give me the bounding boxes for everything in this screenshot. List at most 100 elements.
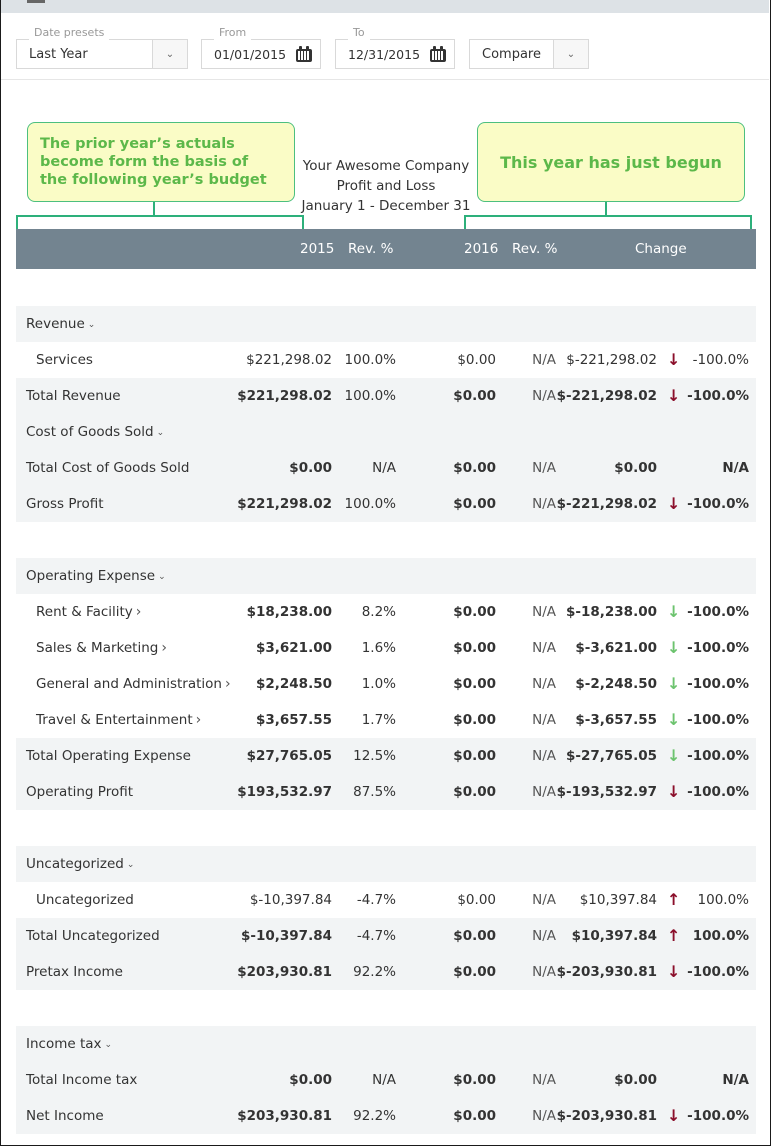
to-date-input[interactable]: To 12/31/2015 — [335, 26, 455, 69]
total-row: Total Income tax $0.00 N/A $0.00 N/A $0.00 N/A — [16, 1062, 756, 1098]
chevron-right-icon[interactable]: › — [136, 604, 142, 620]
chevron-right-icon[interactable]: › — [196, 712, 202, 728]
row-label[interactable]: Uncategorized — [26, 856, 124, 872]
row-label-group[interactable]: Uncategorized ⌄ — [26, 856, 134, 872]
row-label[interactable]: Travel & Entertainment — [36, 712, 193, 728]
row-label: Services — [36, 352, 93, 368]
row-label[interactable]: Revenue — [26, 316, 85, 332]
section-header-row[interactable]: Revenue ⌄ — [16, 306, 756, 342]
to-date-value: 12/31/2015 — [348, 47, 421, 62]
chevron-down-icon[interactable]: ⌄ — [157, 428, 165, 438]
row-label: Net Income — [26, 1108, 104, 1124]
calendar-icon[interactable] — [296, 46, 312, 62]
cell-v2: $0.00 — [453, 748, 496, 764]
cell-ch: $-2,248.50 — [575, 676, 657, 692]
cell-p1: 1.7% — [361, 712, 396, 728]
row-label: Uncategorized — [36, 892, 134, 908]
row-label-group[interactable]: Income tax ⌄ — [26, 1036, 112, 1052]
cell-v2: $0.00 — [453, 1072, 496, 1088]
annotation-line: become form the basis of — [40, 154, 249, 170]
arrow-up-icon: ↑ — [667, 890, 681, 909]
cell-cp: -100.0% — [687, 712, 749, 728]
table-header: 2015 Rev. % 2016 Rev. % Change — [16, 229, 756, 269]
date-presets-select[interactable]: Date presets Last Year ⌄ — [16, 26, 188, 69]
cell-cp: N/A — [722, 460, 749, 476]
company-name: Your Awesome Company — [302, 158, 470, 174]
section-header-row[interactable]: Cost of Goods Sold ⌄ — [16, 414, 756, 450]
cell-v1: $0.00 — [289, 460, 332, 476]
arrow-down-icon: ↓ — [667, 602, 681, 621]
table-row[interactable]: Travel & Entertainment › $3,657.55 1.7% $0.0… — [16, 702, 756, 738]
date-presets-legend: Date presets — [29, 26, 110, 40]
annotation-text: This year has just begun — [500, 152, 722, 172]
row-label: Total Uncategorized — [26, 928, 160, 944]
cell-v1: $203,930.81 — [237, 1108, 332, 1124]
cell-p2: N/A — [532, 1072, 556, 1088]
cell-p1: N/A — [372, 1072, 396, 1088]
table-row[interactable]: Rent & Facility › $18,238.00 8.2% $0.00 N/A $-… — [16, 594, 756, 630]
annotation-bracket-2015 — [16, 215, 304, 230]
chevron-down-icon[interactable]: ⌄ — [105, 1040, 113, 1050]
row-label-group[interactable]: Travel & Entertainment › — [36, 712, 201, 728]
cell-v2: $0.00 — [453, 928, 496, 944]
cell-v2: $0.00 — [453, 460, 496, 476]
chevron-down-icon[interactable]: ⌄ — [127, 860, 135, 870]
row-label[interactable]: Operating Expense — [26, 568, 155, 584]
chevron-down-icon[interactable]: ⌄ — [553, 40, 588, 68]
cell-p1: -4.7% — [356, 928, 396, 944]
compare-select[interactable]: Compare ⌄ — [469, 39, 589, 69]
cell-p2: N/A — [532, 712, 556, 728]
cell-v2: $0.00 — [453, 964, 496, 980]
cell-v2: $0.00 — [457, 352, 496, 368]
section-header-row[interactable]: Income tax ⌄ — [16, 1026, 756, 1062]
report-toolbar: Date presets Last Year ⌄ From 01/01/2015… — [1, 13, 769, 80]
row-label-group[interactable]: Revenue ⌄ — [26, 316, 95, 332]
chevron-down-icon[interactable]: ⌄ — [152, 40, 187, 68]
from-legend: From — [214, 26, 252, 40]
row-label-group[interactable]: Rent & Facility › — [36, 604, 141, 620]
row-label-group[interactable]: Sales & Marketing › — [36, 640, 167, 656]
chevron-right-icon[interactable]: › — [225, 676, 231, 692]
cell-v1: $3,657.55 — [255, 712, 332, 728]
chevron-down-icon[interactable]: ⌄ — [158, 572, 166, 582]
tab-indicator — [27, 0, 45, 3]
cell-cp: -100.0% — [687, 388, 749, 404]
row-label[interactable]: Rent & Facility — [36, 604, 133, 620]
row-label-group[interactable]: Cost of Goods Sold ⌄ — [26, 424, 164, 440]
cell-p2: N/A — [532, 1108, 556, 1124]
table-row[interactable]: General and Administration › $2,248.50 1.0%… — [16, 666, 756, 702]
row-label-group[interactable]: Operating Expense ⌄ — [26, 568, 166, 584]
chevron-down-icon[interactable]: ⌄ — [88, 320, 96, 330]
calendar-icon[interactable] — [430, 46, 446, 62]
row-label[interactable]: Sales & Marketing — [36, 640, 158, 656]
cell-ch: $10,397.84 — [579, 892, 657, 908]
chevron-right-icon[interactable]: › — [161, 640, 167, 656]
cell-p2: N/A — [532, 748, 556, 764]
section-header-row[interactable]: Uncategorized ⌄ — [16, 846, 756, 882]
cell-ch: $-221,298.02 — [566, 352, 657, 368]
total-row: Total Revenue $221,298.02 100.0% $0.00 N/A $-… — [16, 378, 756, 414]
arrow-down-icon: ↓ — [667, 386, 681, 405]
arrow-up-icon: ↑ — [667, 926, 681, 945]
cell-v1: $203,930.81 — [237, 964, 332, 980]
row-label[interactable]: Cost of Goods Sold — [26, 424, 154, 440]
cell-v1: $27,765.05 — [246, 748, 332, 764]
cell-cp: -100.0% — [692, 352, 749, 368]
row-label[interactable]: General and Administration — [36, 676, 222, 692]
cell-v2: $0.00 — [453, 676, 496, 692]
cell-p1: 92.2% — [353, 1108, 396, 1124]
row-label-group[interactable]: General and Administration › — [36, 676, 231, 692]
table-row[interactable]: Sales & Marketing › $3,621.00 1.6% $0.00 N/A $… — [16, 630, 756, 666]
row-label: Total Income tax — [26, 1072, 138, 1088]
from-date-input[interactable]: From 01/01/2015 — [201, 26, 321, 69]
cell-p2: N/A — [532, 964, 556, 980]
section-header-row[interactable]: Operating Expense ⌄ — [16, 558, 756, 594]
total-row: Net Income $203,930.81 92.2% $0.00 N/A $-203,… — [16, 1098, 756, 1134]
col-change: Change — [635, 241, 687, 257]
cell-v2: $0.00 — [457, 892, 496, 908]
cell-ch: $-3,657.55 — [575, 712, 657, 728]
cell-v1: $-10,397.84 — [249, 892, 332, 908]
cell-cp: 100.0% — [697, 892, 749, 908]
row-label[interactable]: Income tax — [26, 1036, 102, 1052]
total-row: Total Uncategorized $-10,397.84 -4.7% $0.00… — [16, 918, 756, 954]
